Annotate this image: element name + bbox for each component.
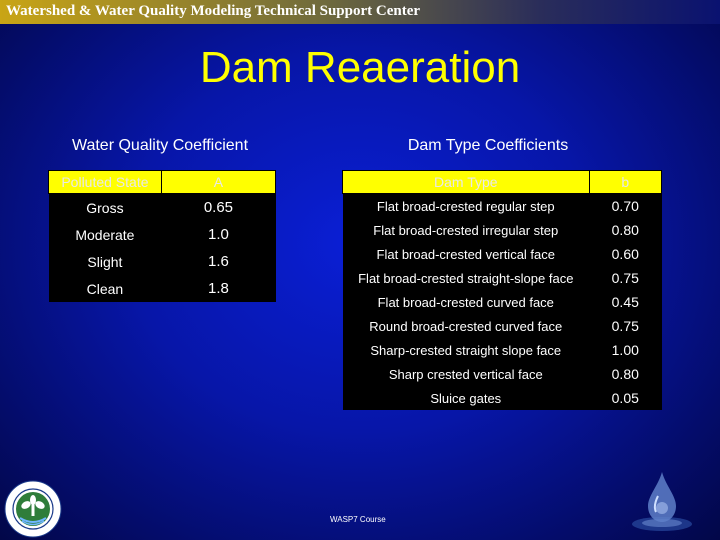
table-cell: Flat broad-crested straight-slope face <box>342 266 590 290</box>
table-row: Slight 1.6 <box>48 248 276 275</box>
table-row: Gross 0.65 <box>48 193 276 221</box>
table-cell: Flat broad-crested vertical face <box>342 242 590 266</box>
table-cell: Sluice gates <box>342 386 590 410</box>
table-row: Round broad-crested curved face 0.75 <box>342 314 662 338</box>
table-header-row: Dam Type b <box>342 170 663 194</box>
table-cell: Flat broad-crested regular step <box>342 193 590 218</box>
table-cell: Slight <box>48 248 162 275</box>
table-cell: Clean <box>48 275 162 302</box>
table-cell: 0.65 <box>161 193 276 221</box>
table-cell: 1.8 <box>161 275 276 302</box>
dam-type-table: Dam Type b Flat broad-crested regular st… <box>342 170 663 410</box>
table-cell: 1.6 <box>161 248 276 275</box>
table-cell: 0.75 <box>589 266 662 290</box>
dam-type-heading: Dam Type Coefficients <box>407 137 569 154</box>
header-title: Watershed & Water Quality Modeling Techn… <box>6 3 421 19</box>
column-header: b <box>588 170 663 194</box>
table-cell: Round broad-crested curved face <box>342 314 590 338</box>
table-row: Clean 1.8 <box>48 275 276 302</box>
table-row: Sharp-crested straight slope face 1.00 <box>342 338 662 362</box>
column-header: A <box>160 170 277 194</box>
table-row: Moderate 1.0 <box>48 221 276 248</box>
table-cell: 0.80 <box>589 218 662 242</box>
table-cell: 0.60 <box>589 242 662 266</box>
table-cell: 1.00 <box>589 338 662 362</box>
table-row: Flat broad-crested vertical face 0.60 <box>342 242 662 266</box>
table-cell: 0.75 <box>589 314 662 338</box>
table-row: Flat broad-crested straight-slope face 0… <box>342 266 662 290</box>
table-row: Flat broad-crested regular step 0.70 <box>342 193 662 218</box>
table-row: Sharp crested vertical face 0.80 <box>342 362 662 386</box>
table-row: Flat broad-crested irregular step 0.80 <box>342 218 662 242</box>
table-row: Flat broad-crested curved face 0.45 <box>342 290 662 314</box>
water-quality-table: Polluted State A Gross 0.65 Moderate 1.0… <box>48 170 277 302</box>
table-cell: 0.05 <box>589 386 662 410</box>
table-cell: 1.0 <box>161 221 276 248</box>
water-quality-heading: Water Quality Coefficient <box>71 137 249 154</box>
epa-seal-icon <box>4 480 62 538</box>
table-cell: 0.70 <box>589 193 662 218</box>
table-cell: 0.80 <box>589 362 662 386</box>
table-cell: Moderate <box>48 221 162 248</box>
table-cell: Flat broad-crested curved face <box>342 290 590 314</box>
table-cell: 0.45 <box>589 290 662 314</box>
table-row: Sluice gates 0.05 <box>342 386 662 410</box>
water-drop-logo-icon <box>632 472 692 531</box>
table-cell: Sharp-crested straight slope face <box>342 338 590 362</box>
table-cell: Flat broad-crested irregular step <box>342 218 590 242</box>
footer-course-label: WASP7 Course <box>330 515 386 524</box>
column-header: Polluted State <box>48 170 162 194</box>
table-cell: Gross <box>48 193 162 221</box>
column-header: Dam Type <box>342 170 590 194</box>
table-header-row: Polluted State A <box>48 170 277 194</box>
page-title: Dam Reaeration <box>199 43 521 92</box>
table-cell: Sharp crested vertical face <box>342 362 590 386</box>
header-bar: Watershed & Water Quality Modeling Techn… <box>0 0 720 24</box>
